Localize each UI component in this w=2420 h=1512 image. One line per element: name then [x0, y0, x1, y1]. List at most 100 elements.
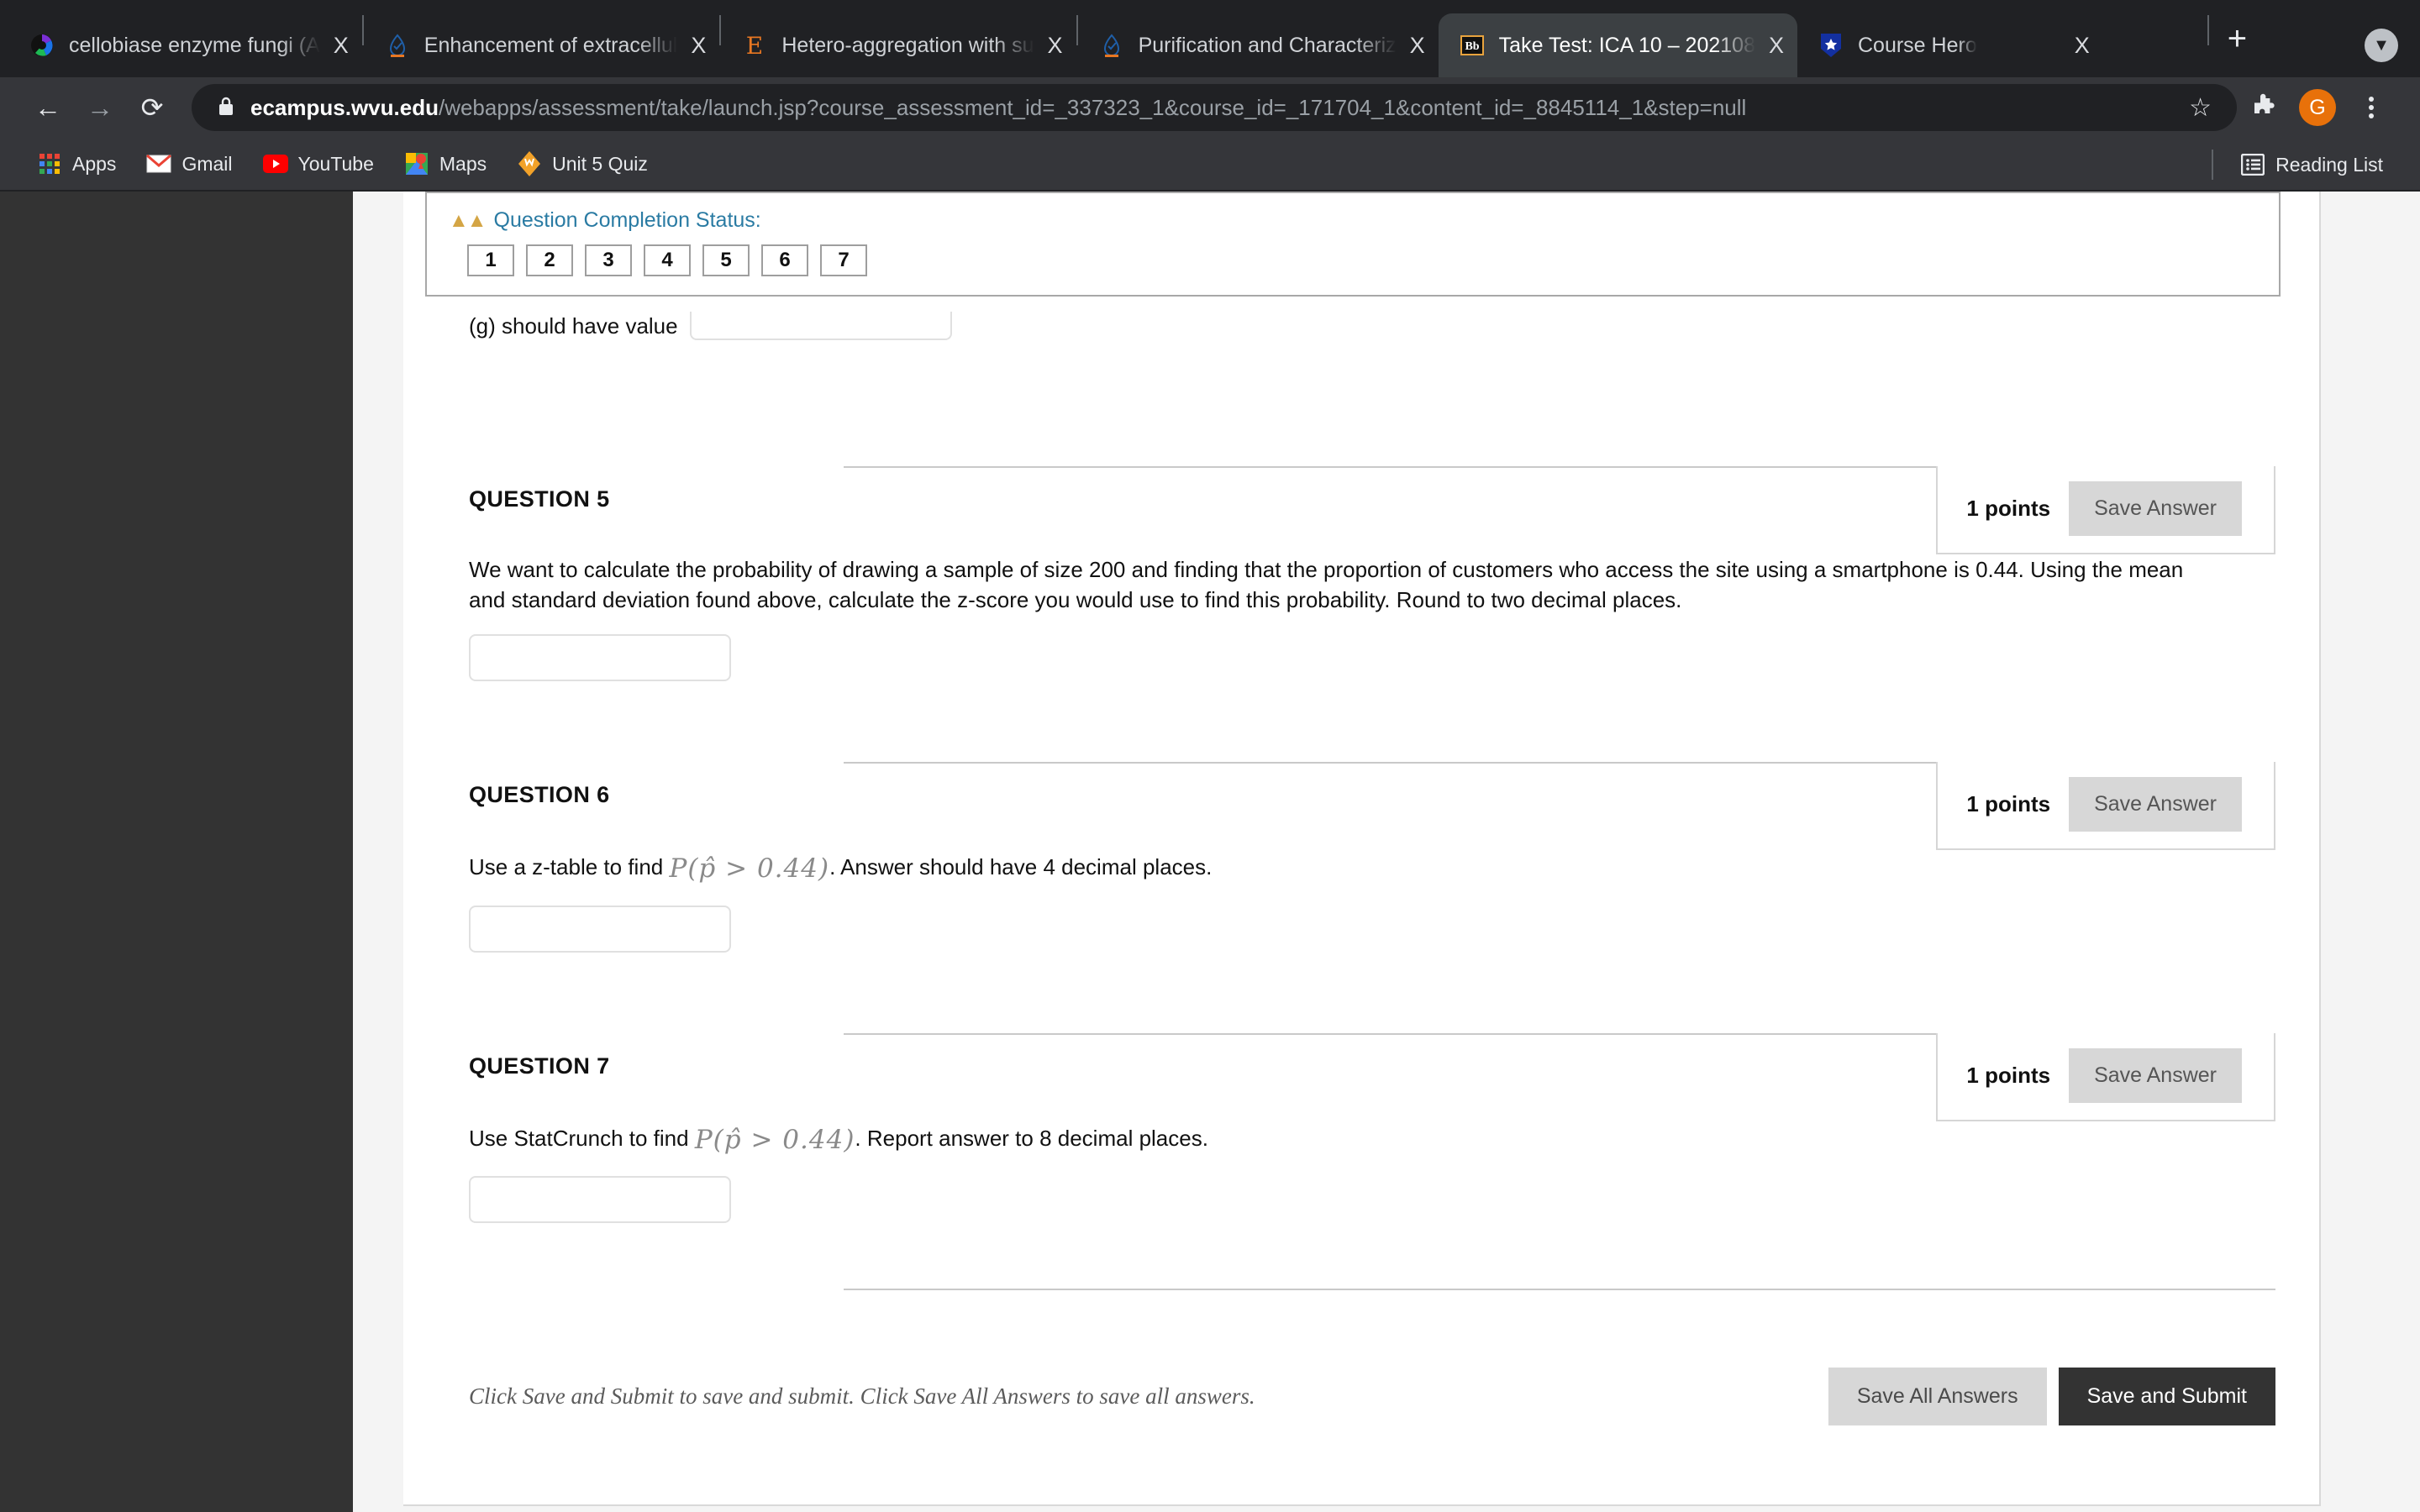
- svg-text:E: E: [746, 33, 763, 58]
- browser-tab-6[interactable]: Course Hero X: [1797, 13, 2207, 77]
- question-text-before: Use a z-table to find: [469, 853, 670, 879]
- back-button[interactable]: ←: [22, 81, 74, 134]
- tab-close-button[interactable]: X: [1769, 34, 1784, 57]
- bookmark-label: Apps: [72, 152, 117, 175]
- footer-divider: [844, 1289, 2275, 1291]
- question-block-6: QUESTION 6 1 points Save Answer Use a z-…: [403, 761, 2319, 953]
- question-status-box-7[interactable]: 7: [820, 244, 867, 276]
- question-body: Use StatCrunch to find P(p̂ > 0.44). Rep…: [403, 1107, 2319, 1224]
- answer-input-q6[interactable]: [469, 905, 731, 953]
- forward-button[interactable]: →: [74, 81, 126, 134]
- reload-button[interactable]: ⟳: [126, 81, 178, 134]
- question-status-box-6[interactable]: 6: [761, 244, 808, 276]
- question-number-list: 1 2 3 4 5 6 7: [449, 244, 2257, 276]
- bookmark-apps[interactable]: Apps: [22, 144, 131, 184]
- math-expression-image: P(p̂ > 0.44): [694, 1124, 855, 1155]
- question-completion-status-header[interactable]: ▲▲ Question Completion Status:: [449, 208, 2257, 233]
- question-meta: 1 points Save Answer: [1936, 1032, 2275, 1121]
- browser-tab-2[interactable]: Enhancement of extracellul X: [364, 13, 720, 77]
- tab-close-button[interactable]: X: [2075, 34, 2090, 57]
- answer-input-q7[interactable]: [469, 1176, 731, 1224]
- coursehero-shield-icon: [1818, 32, 1844, 59]
- chrome-menu-icon[interactable]: [2344, 81, 2398, 134]
- tab-close-button[interactable]: X: [691, 34, 706, 57]
- blackboard-bb-icon: Bb: [1459, 32, 1486, 59]
- profile-avatar-icon[interactable]: G: [2291, 81, 2344, 134]
- tab-close-button[interactable]: X: [1410, 34, 1425, 57]
- reading-list-label: Reading List: [2275, 153, 2383, 176]
- tab-divider: [2207, 15, 2209, 45]
- double-chevron-up-icon[interactable]: ▲▲: [449, 210, 487, 231]
- footer-buttons: Save All Answers Save and Submit: [1828, 1368, 2275, 1426]
- google-maps-icon: [404, 151, 429, 176]
- bookmarks-divider: [2212, 150, 2214, 180]
- youtube-icon: [262, 151, 288, 176]
- window-menu-caret-icon[interactable]: ▼: [2365, 29, 2398, 62]
- question-status-box-3[interactable]: 3: [585, 244, 632, 276]
- bookmark-gmail[interactable]: Gmail: [131, 144, 247, 184]
- save-all-answers-button[interactable]: Save All Answers: [1828, 1368, 2047, 1426]
- test-footer: Click Save and Submit to save and submit…: [403, 1368, 2319, 1426]
- url-text: ecampus.wvu.edu/webapps/assessment/take/…: [250, 95, 1746, 121]
- bookmark-youtube[interactable]: YouTube: [248, 144, 389, 184]
- reading-list-area: Reading List: [2212, 138, 2398, 192]
- question-status-box-5[interactable]: 5: [702, 244, 750, 276]
- save-answer-button[interactable]: Save Answer: [2069, 481, 2242, 536]
- save-and-submit-button[interactable]: Save and Submit: [2058, 1368, 2275, 1426]
- elsevier-e-icon: E: [741, 32, 768, 59]
- bookmark-unit-5-quiz[interactable]: Unit 5 Quiz: [502, 144, 663, 184]
- question-answer-area: [469, 887, 2185, 953]
- question-block-5: QUESTION 5 1 points Save Answer We want …: [403, 466, 2319, 681]
- window-controls: ▼: [2365, 29, 2398, 62]
- address-bar[interactable]: ecampus.wvu.edu/webapps/assessment/take/…: [192, 84, 2237, 131]
- bookmark-maps[interactable]: Maps: [389, 144, 502, 184]
- answer-input-q5[interactable]: [469, 633, 731, 681]
- page-right-gutter: [2321, 192, 2420, 1512]
- question-status-box-1[interactable]: 1: [467, 244, 514, 276]
- partial-question-input[interactable]: [689, 312, 952, 340]
- question-status-box-4[interactable]: 4: [644, 244, 691, 276]
- test-content-area: ▲▲ Question Completion Status: 1 2 3 4 5…: [403, 192, 2321, 1506]
- reading-list-button[interactable]: Reading List: [2225, 144, 2398, 185]
- question-points: 1 points: [1966, 496, 2051, 521]
- browser-tab-3[interactable]: E Hetero-aggregation with su X: [721, 13, 1076, 77]
- question-answer-area: [469, 1158, 2185, 1224]
- browser-window: cellobiase enzyme fungi (A X Enhancement…: [0, 0, 2420, 1512]
- question-text: We want to calculate the probability of …: [469, 557, 2184, 612]
- question-body: Use a z-table to find P(p̂ > 0.44). Answ…: [403, 836, 2319, 953]
- question-status-box-2[interactable]: 2: [526, 244, 573, 276]
- question-text-after: . Report answer to 8 decimal places.: [855, 1125, 1208, 1151]
- extensions-puzzle-icon[interactable]: [2237, 81, 2291, 134]
- apps-grid-icon: [37, 151, 62, 176]
- tab-title: Purification and Characteriz: [1138, 33, 1397, 57]
- tab-close-button[interactable]: X: [334, 34, 349, 57]
- question-title: QUESTION 5: [469, 486, 610, 512]
- browser-tab-1[interactable]: cellobiase enzyme fungi (A X: [8, 13, 362, 77]
- question-header: QUESTION 7 1 points Save Answer: [403, 1032, 2319, 1121]
- reading-list-icon: [2240, 152, 2265, 177]
- question-text: Use StatCrunch to find P(p̂ > 0.44). Rep…: [469, 1122, 2185, 1158]
- tab-close-button[interactable]: X: [1048, 34, 1063, 57]
- question-answer-area: [469, 616, 2185, 681]
- page-viewport: ▲▲ Question Completion Status: 1 2 3 4 5…: [0, 192, 2420, 1512]
- footer-instructions: Click Save and Submit to save and submit…: [469, 1383, 1255, 1410]
- new-tab-button[interactable]: +: [2228, 22, 2247, 55]
- question-block-7: QUESTION 7 1 points Save Answer Use Stat…: [403, 1032, 2319, 1224]
- browser-tab-4[interactable]: Purification and Characteriz X: [1078, 13, 1439, 77]
- question-points: 1 points: [1966, 790, 2051, 816]
- question-text-after: . Answer should have 4 decimal places.: [829, 853, 1213, 879]
- question-completion-status-panel: ▲▲ Question Completion Status: 1 2 3 4 5…: [425, 192, 2281, 297]
- question-points: 1 points: [1966, 1062, 2051, 1088]
- browser-tab-5-active[interactable]: Bb Take Test: ICA 10 – 202108 X: [1438, 13, 1797, 77]
- bookmark-star-icon[interactable]: ☆: [2172, 93, 2212, 123]
- course-menu-sidebar[interactable]: [0, 192, 353, 1512]
- save-answer-button[interactable]: Save Answer: [2069, 1047, 2242, 1103]
- wvu-diamond-icon: [517, 151, 542, 176]
- question-title: QUESTION 6: [469, 781, 610, 807]
- svg-text:Bb: Bb: [1465, 40, 1479, 53]
- save-answer-button[interactable]: Save Answer: [2069, 776, 2242, 832]
- tab-title: cellobiase enzyme fungi (A: [69, 33, 320, 57]
